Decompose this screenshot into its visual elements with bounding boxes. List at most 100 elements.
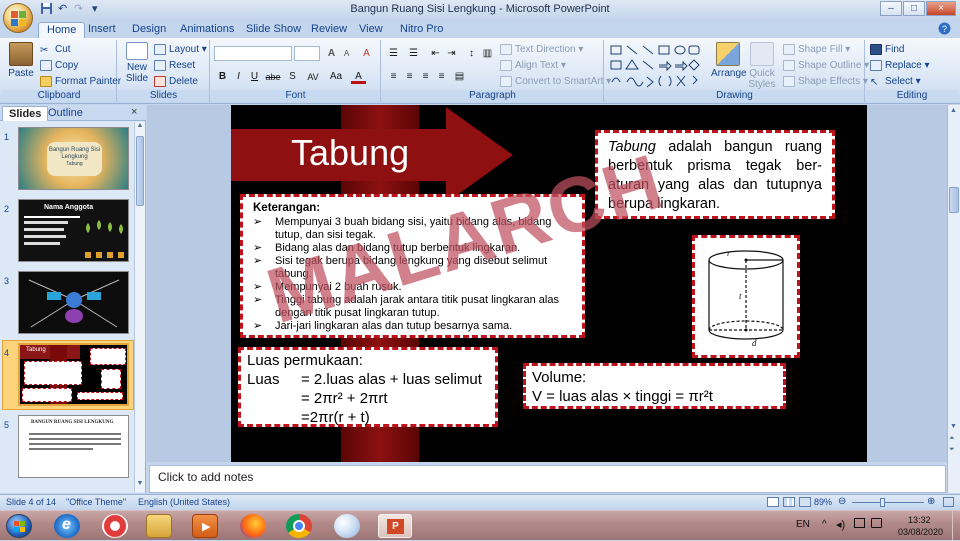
tab-review[interactable]: Review <box>303 22 355 38</box>
tab-view[interactable]: View <box>351 22 391 38</box>
tab-nitro-pro[interactable]: Nitro Pro <box>392 22 451 38</box>
powerpoint-icon[interactable]: P <box>378 514 412 538</box>
select-button[interactable]: ↖ Select ▾ <box>870 75 921 89</box>
zoom-in-icon[interactable]: ⊕ <box>927 496 935 507</box>
keterangan-box[interactable]: Keterangan: ➢ Mempunyai 3 buah bidang sis… <box>240 194 585 338</box>
slide-show-icon[interactable] <box>799 497 811 507</box>
cylinder-diagram-box[interactable]: r t d <box>692 235 800 358</box>
new-slide-button[interactable]: New Slide <box>120 42 154 84</box>
shadow-button[interactable]: S <box>285 70 300 84</box>
tab-outline[interactable]: Outline <box>42 106 89 121</box>
decrease-indent-icon[interactable]: ⇤ <box>428 47 443 61</box>
slide-thumbnail-4[interactable]: Tabung <box>18 343 129 406</box>
clock-time[interactable]: 13:32 <box>908 515 931 525</box>
quick-styles-button[interactable]: Quick Styles <box>745 42 779 90</box>
zoom-slider-track[interactable] <box>852 502 924 503</box>
increase-indent-icon[interactable]: ⇥ <box>444 47 459 61</box>
grow-font-button[interactable]: A <box>324 47 339 61</box>
previous-slide-icon[interactable]: ⏶ <box>949 435 955 443</box>
firefox-icon[interactable] <box>240 514 266 538</box>
maximize-button[interactable]: □ <box>903 1 925 16</box>
delete-slide-button[interactable]: Delete <box>154 75 198 89</box>
underline-button[interactable]: U <box>247 70 262 84</box>
italic-button[interactable]: I <box>231 70 246 84</box>
language-status[interactable]: English (United States) <box>138 497 230 507</box>
action-center-icon[interactable] <box>871 518 882 528</box>
align-left-icon[interactable]: ≡ <box>386 70 401 84</box>
scrollbar-thumb[interactable] <box>136 136 144 206</box>
line-spacing-icon[interactable]: ↕ <box>464 47 479 61</box>
zoom-level[interactable]: 89% <box>814 497 832 507</box>
definition-box[interactable]: Tabung adalah bangun ruang berbentuk pri… <box>595 130 835 219</box>
font-name-select[interactable] <box>214 46 292 61</box>
media-player-icon[interactable]: ▶ <box>192 514 218 538</box>
char-spacing-button[interactable]: AV <box>303 70 323 84</box>
network-icon[interactable] <box>854 518 865 528</box>
scroll-up-icon[interactable]: ▲ <box>136 122 144 132</box>
volume-icon[interactable]: ◂) <box>836 518 845 531</box>
tab-design[interactable]: Design <box>124 22 174 38</box>
show-desktop-button[interactable] <box>952 511 960 541</box>
volume-box[interactable]: Volume: V = luas alas × tinggi = πr²t <box>523 363 786 409</box>
change-case-button[interactable]: Aa <box>327 70 345 84</box>
arrange-button[interactable]: Arrange <box>711 42 747 79</box>
tab-slide-show[interactable]: Slide Show <box>238 22 309 38</box>
copy-button[interactable]: Copy <box>40 59 78 73</box>
tab-insert[interactable]: Insert <box>80 22 124 38</box>
minimize-button[interactable]: – <box>880 1 902 16</box>
slides-pane-scrollbar[interactable]: ▲ ▼ <box>134 122 145 492</box>
slide-thumbnail-2[interactable]: Nama Anggota <box>18 199 129 262</box>
text-direction-button[interactable]: Text Direction ▾ <box>500 43 583 57</box>
slide-thumbnail-5[interactable]: BANGUN RUANG SISI LENGKUNG <box>18 415 129 478</box>
zoom-out-icon[interactable]: ⊖ <box>838 496 846 507</box>
next-slide-icon[interactable]: ⏷ <box>949 446 955 454</box>
align-right-icon[interactable]: ≡ <box>418 70 433 84</box>
replace-button[interactable]: Replace ▾ <box>870 59 930 73</box>
numbering-icon[interactable]: ☰ <box>406 47 421 61</box>
slide-canvas[interactable]: Tabung Tabung adalah bangun ruang berben… <box>231 105 867 462</box>
align-text-button[interactable]: Align Text ▾ <box>500 59 566 73</box>
convert-smartart-button[interactable]: Convert to SmartArt ▾ <box>500 75 611 89</box>
clear-formatting-button[interactable]: A <box>359 47 374 61</box>
file-explorer-icon[interactable] <box>146 514 172 538</box>
paste-button[interactable]: Paste <box>4 42 38 79</box>
close-button[interactable]: × <box>926 1 956 16</box>
format-painter-button[interactable]: Format Painter <box>40 75 121 89</box>
slide-title[interactable]: Tabung <box>291 132 409 174</box>
ie-icon[interactable]: e <box>54 514 80 538</box>
find-button[interactable]: Find <box>870 43 904 57</box>
slide-thumbnail-1[interactable]: Bangun Ruang Sisi Lengkung Tabung <box>18 127 129 190</box>
cut-button[interactable]: ✂ Cut <box>40 43 71 57</box>
shapes-gallery[interactable] <box>609 44 705 88</box>
justify-icon[interactable]: ≡ <box>434 70 449 84</box>
zoom-slider-thumb[interactable] <box>880 498 885 507</box>
shape-fill-button[interactable]: Shape Fill ▾ <box>783 43 850 57</box>
screen-recorder-icon[interactable] <box>102 514 128 538</box>
slide-sorter-icon[interactable] <box>783 497 795 507</box>
distributed-icon[interactable]: ▤ <box>452 70 467 84</box>
notes-pane[interactable]: Click to add notes <box>149 465 946 493</box>
align-center-icon[interactable]: ≡ <box>402 70 417 84</box>
office-button[interactable] <box>3 3 33 33</box>
fit-to-window-icon[interactable] <box>943 497 954 507</box>
shape-effects-button[interactable]: Shape Effects ▾ <box>783 75 868 89</box>
start-icon[interactable] <box>6 514 32 538</box>
notification-chevron-icon[interactable]: ^ <box>822 519 827 530</box>
tab-home[interactable]: Home <box>38 22 86 38</box>
tab-animations[interactable]: Animations <box>172 22 242 38</box>
font-color-button[interactable]: A <box>351 70 366 84</box>
bold-button[interactable]: B <box>215 70 230 84</box>
scrollbar-thumb[interactable] <box>949 187 959 213</box>
input-language[interactable]: EN <box>796 519 810 530</box>
clock-date[interactable]: 03/08/2020 <box>898 527 943 537</box>
columns-icon[interactable]: ▥ <box>480 47 495 61</box>
scroll-up-icon[interactable]: ▲ <box>950 107 957 114</box>
shape-outline-button[interactable]: Shape Outline ▾ <box>783 59 869 73</box>
surface-area-box[interactable]: Luas permukaan: Luas = 2.luas alas + luas… <box>238 347 498 427</box>
font-size-select[interactable] <box>294 46 320 61</box>
reset-button[interactable]: Reset <box>154 59 195 73</box>
slide-scrollbar[interactable]: ▲ ▼ ⏶ ⏷ <box>947 105 960 493</box>
shrink-font-button[interactable]: A <box>339 47 354 61</box>
chrome-icon[interactable] <box>286 514 312 538</box>
scroll-down-icon[interactable]: ▼ <box>136 480 144 490</box>
